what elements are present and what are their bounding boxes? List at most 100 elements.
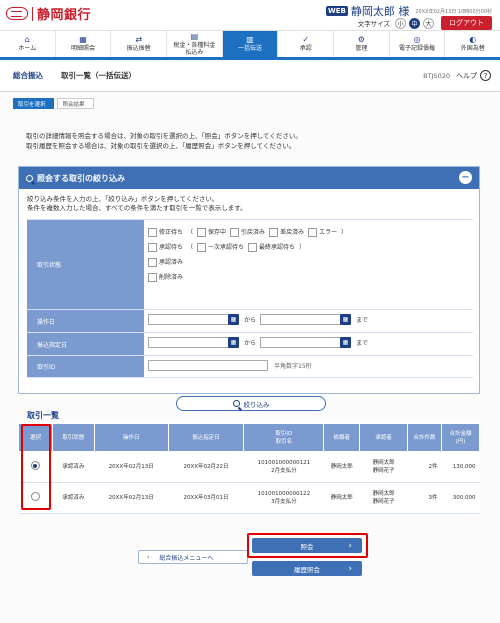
instructions: 取引の詳細情報を照会する場合は、対象の取引を選択の上、「照会」ボタンを押してくだ… bbox=[26, 131, 302, 151]
status-row: 取引状態 修正待ち （ 保存中 引戻済み 差戻済み エラー ） 承認待ち （ 一… bbox=[27, 219, 473, 309]
transfer-date-label: 振込指定日 bbox=[27, 333, 144, 355]
transfer-date-from-input[interactable]: ▦ bbox=[148, 337, 239, 348]
nav-label: 外国為替 bbox=[460, 45, 485, 53]
table-header-row: 選択 取引状態 操作日 振込指定日 取引ID 取引名 依頼者 承認者 合計件数 … bbox=[18, 423, 481, 452]
id-label: 取引ID bbox=[27, 356, 144, 377]
checkbox[interactable] bbox=[197, 242, 207, 252]
op-date-from-input[interactable]: ▦ bbox=[148, 314, 239, 325]
col-select: 選択 bbox=[18, 423, 53, 452]
font-size-label: 文字サイズ bbox=[357, 20, 390, 28]
filter-title: 照会する取引の絞り込み bbox=[37, 173, 125, 183]
transaction-table: 選択 取引状態 操作日 振込指定日 取引ID 取引名 依頼者 承認者 合計件数 … bbox=[18, 423, 481, 514]
filter-header[interactable]: 照会する取引の絞り込み − bbox=[19, 167, 479, 189]
calendar-icon[interactable]: ▦ bbox=[228, 337, 239, 348]
step-select: 取引を選択 bbox=[13, 98, 54, 109]
bank-logo[interactable]: 静岡銀行 bbox=[6, 4, 91, 23]
back-to-menu-button[interactable]: ‹ 総合振込メニューへ bbox=[138, 550, 248, 564]
step-result: 照会結果 bbox=[56, 98, 94, 109]
user-badge: WEB bbox=[326, 6, 348, 16]
transfer-date-row: 振込指定日 ▦ から ▦ まで bbox=[27, 332, 473, 355]
calendar-icon[interactable]: ▦ bbox=[340, 314, 352, 325]
transfer-date-to-input[interactable]: ▦ bbox=[260, 337, 352, 348]
filter-panel: 照会する取引の絞り込み − 絞り込み条件を入力の上、「絞り込み」ボタンを押してく… bbox=[18, 166, 480, 394]
nav-manage[interactable]: ⚙ 管理 bbox=[334, 31, 390, 57]
nav-label: 承認 bbox=[299, 45, 312, 53]
collapse-icon[interactable]: − bbox=[459, 171, 472, 184]
select-radio[interactable] bbox=[30, 461, 40, 470]
tax-icon: ▤ bbox=[190, 31, 199, 41]
nav-label: 管理 bbox=[355, 45, 368, 53]
chevron-left-icon: ‹ bbox=[147, 553, 150, 561]
col-op-date: 操作日 bbox=[93, 423, 169, 452]
table-row[interactable]: 承認済み 20XX年02月13日 20XX年02月22日 10100100000… bbox=[18, 451, 480, 483]
calendar-icon[interactable]: ▦ bbox=[228, 314, 239, 325]
nav-tax[interactable]: ▤ 税金・各種料金 払込み bbox=[167, 31, 223, 57]
manage-icon: ⚙ bbox=[357, 34, 365, 44]
font-size-small-button[interactable]: 小 bbox=[395, 17, 406, 29]
chevron-right-icon: › bbox=[348, 540, 352, 551]
step-indicator: 取引を選択 照会結果 bbox=[13, 98, 94, 109]
nav-label: 電子記録債権 bbox=[399, 45, 436, 53]
instruction-line: 取引の詳細情報を照会する場合は、対象の取引を選択の上、「照会」ボタンを押してくだ… bbox=[26, 132, 302, 140]
nav-approve[interactable]: ✓ 承認 bbox=[278, 31, 335, 57]
nav-label: 一括伝送 bbox=[238, 45, 263, 53]
checkbox[interactable] bbox=[197, 227, 207, 237]
checkbox[interactable] bbox=[148, 272, 157, 282]
nav-transfer[interactable]: ⇄ 振込振替 bbox=[111, 31, 168, 57]
id-row: 取引ID 半角数字15桁 bbox=[27, 355, 473, 378]
checkbox[interactable] bbox=[148, 257, 157, 267]
nav-label: 振込振替 bbox=[126, 45, 151, 53]
statement-icon: ▦ bbox=[79, 34, 87, 44]
help-label: ヘルプ bbox=[456, 71, 477, 80]
nav-statement[interactable]: ▦ 明細照会 bbox=[56, 31, 112, 57]
instruction-line: 取引履歴を照会する場合は、対象の取引を選択の上、「履歴照会」ボタンを押してくださ… bbox=[26, 142, 296, 150]
font-size-medium-button[interactable]: 中 bbox=[409, 17, 420, 29]
home-icon: ⌂ bbox=[24, 34, 30, 44]
list-title: 取引一覧 bbox=[27, 411, 59, 420]
search-icon bbox=[26, 174, 33, 182]
status-label: 取引状態 bbox=[27, 220, 144, 309]
help-icon: ? bbox=[480, 70, 491, 81]
col-id-name: 取引ID 取引名 bbox=[243, 423, 325, 452]
nav-label: 税金・各種料金 払込み bbox=[173, 41, 216, 56]
bank-logo-mark bbox=[6, 7, 28, 20]
checkbox[interactable] bbox=[308, 227, 318, 237]
bank-name: 静岡銀行 bbox=[37, 8, 92, 23]
table-row[interactable]: 承認済み 20XX年02月13日 20XX年03月01日 10100100000… bbox=[18, 482, 480, 514]
nav-bulk-transmission[interactable]: ▥ 一括伝送 bbox=[222, 31, 279, 57]
checkbox[interactable] bbox=[148, 242, 157, 252]
calendar-icon[interactable]: ▦ bbox=[340, 337, 352, 348]
col-requester: 依頼者 bbox=[323, 423, 361, 452]
erecord-icon: ◎ bbox=[413, 34, 421, 44]
op-date-to-input[interactable]: ▦ bbox=[260, 314, 352, 325]
transfer-icon: ⇄ bbox=[135, 34, 143, 44]
help-link[interactable]: ヘルプ ? bbox=[456, 70, 491, 81]
nav-label: 明細照会 bbox=[71, 45, 96, 53]
narrow-button[interactable]: 絞り込み bbox=[176, 396, 326, 411]
col-amount: 合計金額 (円) bbox=[440, 423, 481, 452]
logout-button[interactable]: ログアウト bbox=[441, 16, 492, 30]
chevron-right-icon: › bbox=[348, 563, 352, 574]
checkbox[interactable] bbox=[248, 242, 258, 252]
font-size-large-button[interactable]: 大 bbox=[423, 17, 434, 29]
nav-forex[interactable]: ◐ 外国為替 bbox=[445, 31, 500, 57]
nav-home[interactable]: ⌂ ホーム bbox=[0, 31, 56, 57]
checkbox[interactable] bbox=[269, 227, 279, 237]
bulk-icon: ▥ bbox=[246, 34, 254, 44]
history-button[interactable]: 履歴照会 › bbox=[252, 561, 362, 576]
inquiry-button[interactable]: 照会 › bbox=[252, 538, 362, 553]
nav-label: ホーム bbox=[18, 45, 37, 53]
transaction-id-input[interactable] bbox=[148, 360, 268, 371]
checkbox[interactable] bbox=[230, 227, 240, 237]
select-radio[interactable] bbox=[30, 492, 40, 501]
filter-description: 絞り込み条件を入力の上、「絞り込み」ボタンを押してください。 条件を複数入力した… bbox=[27, 195, 247, 212]
screen-id: BTJS020 bbox=[423, 71, 450, 80]
nav-erecord[interactable]: ◎ 電子記録債権 bbox=[390, 31, 446, 57]
page-header: 総合振込 取引一覧（一括伝送） BTJS020 ヘルプ ? bbox=[0, 60, 500, 92]
main-content: 取引を選択 照会結果 取引の詳細情報を照会する場合は、対象の取引を選択の上、「照… bbox=[0, 92, 500, 623]
col-approver: 承認者 bbox=[359, 423, 409, 452]
id-hint: 半角数字15桁 bbox=[274, 363, 312, 370]
login-time: 20XX年02月13日 10時00分00秒 bbox=[415, 8, 492, 15]
checkbox[interactable] bbox=[148, 227, 157, 237]
global-nav: ⌂ ホーム ▦ 明細照会 ⇄ 振込振替 ▤ 税金・各種料金 払込み ▥ 一括伝送… bbox=[0, 30, 500, 60]
